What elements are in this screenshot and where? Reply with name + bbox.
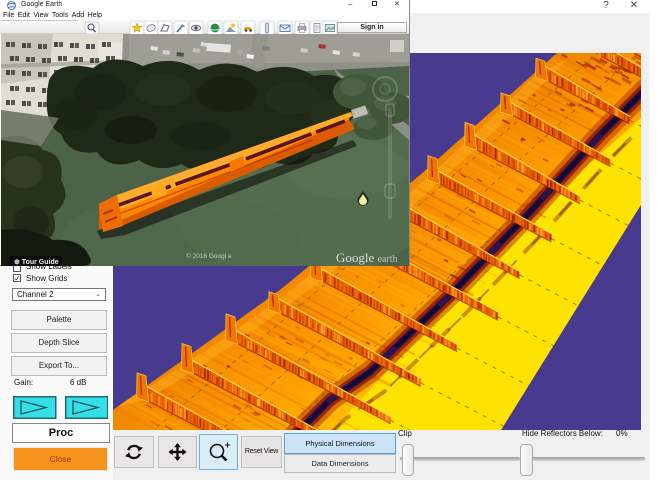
- svg-text:⊕ Tour Guide: ⊕ Tour Guide: [14, 259, 59, 266]
- svg-text:© 2016 Googl e: © 2016 Googl e: [186, 252, 232, 260]
